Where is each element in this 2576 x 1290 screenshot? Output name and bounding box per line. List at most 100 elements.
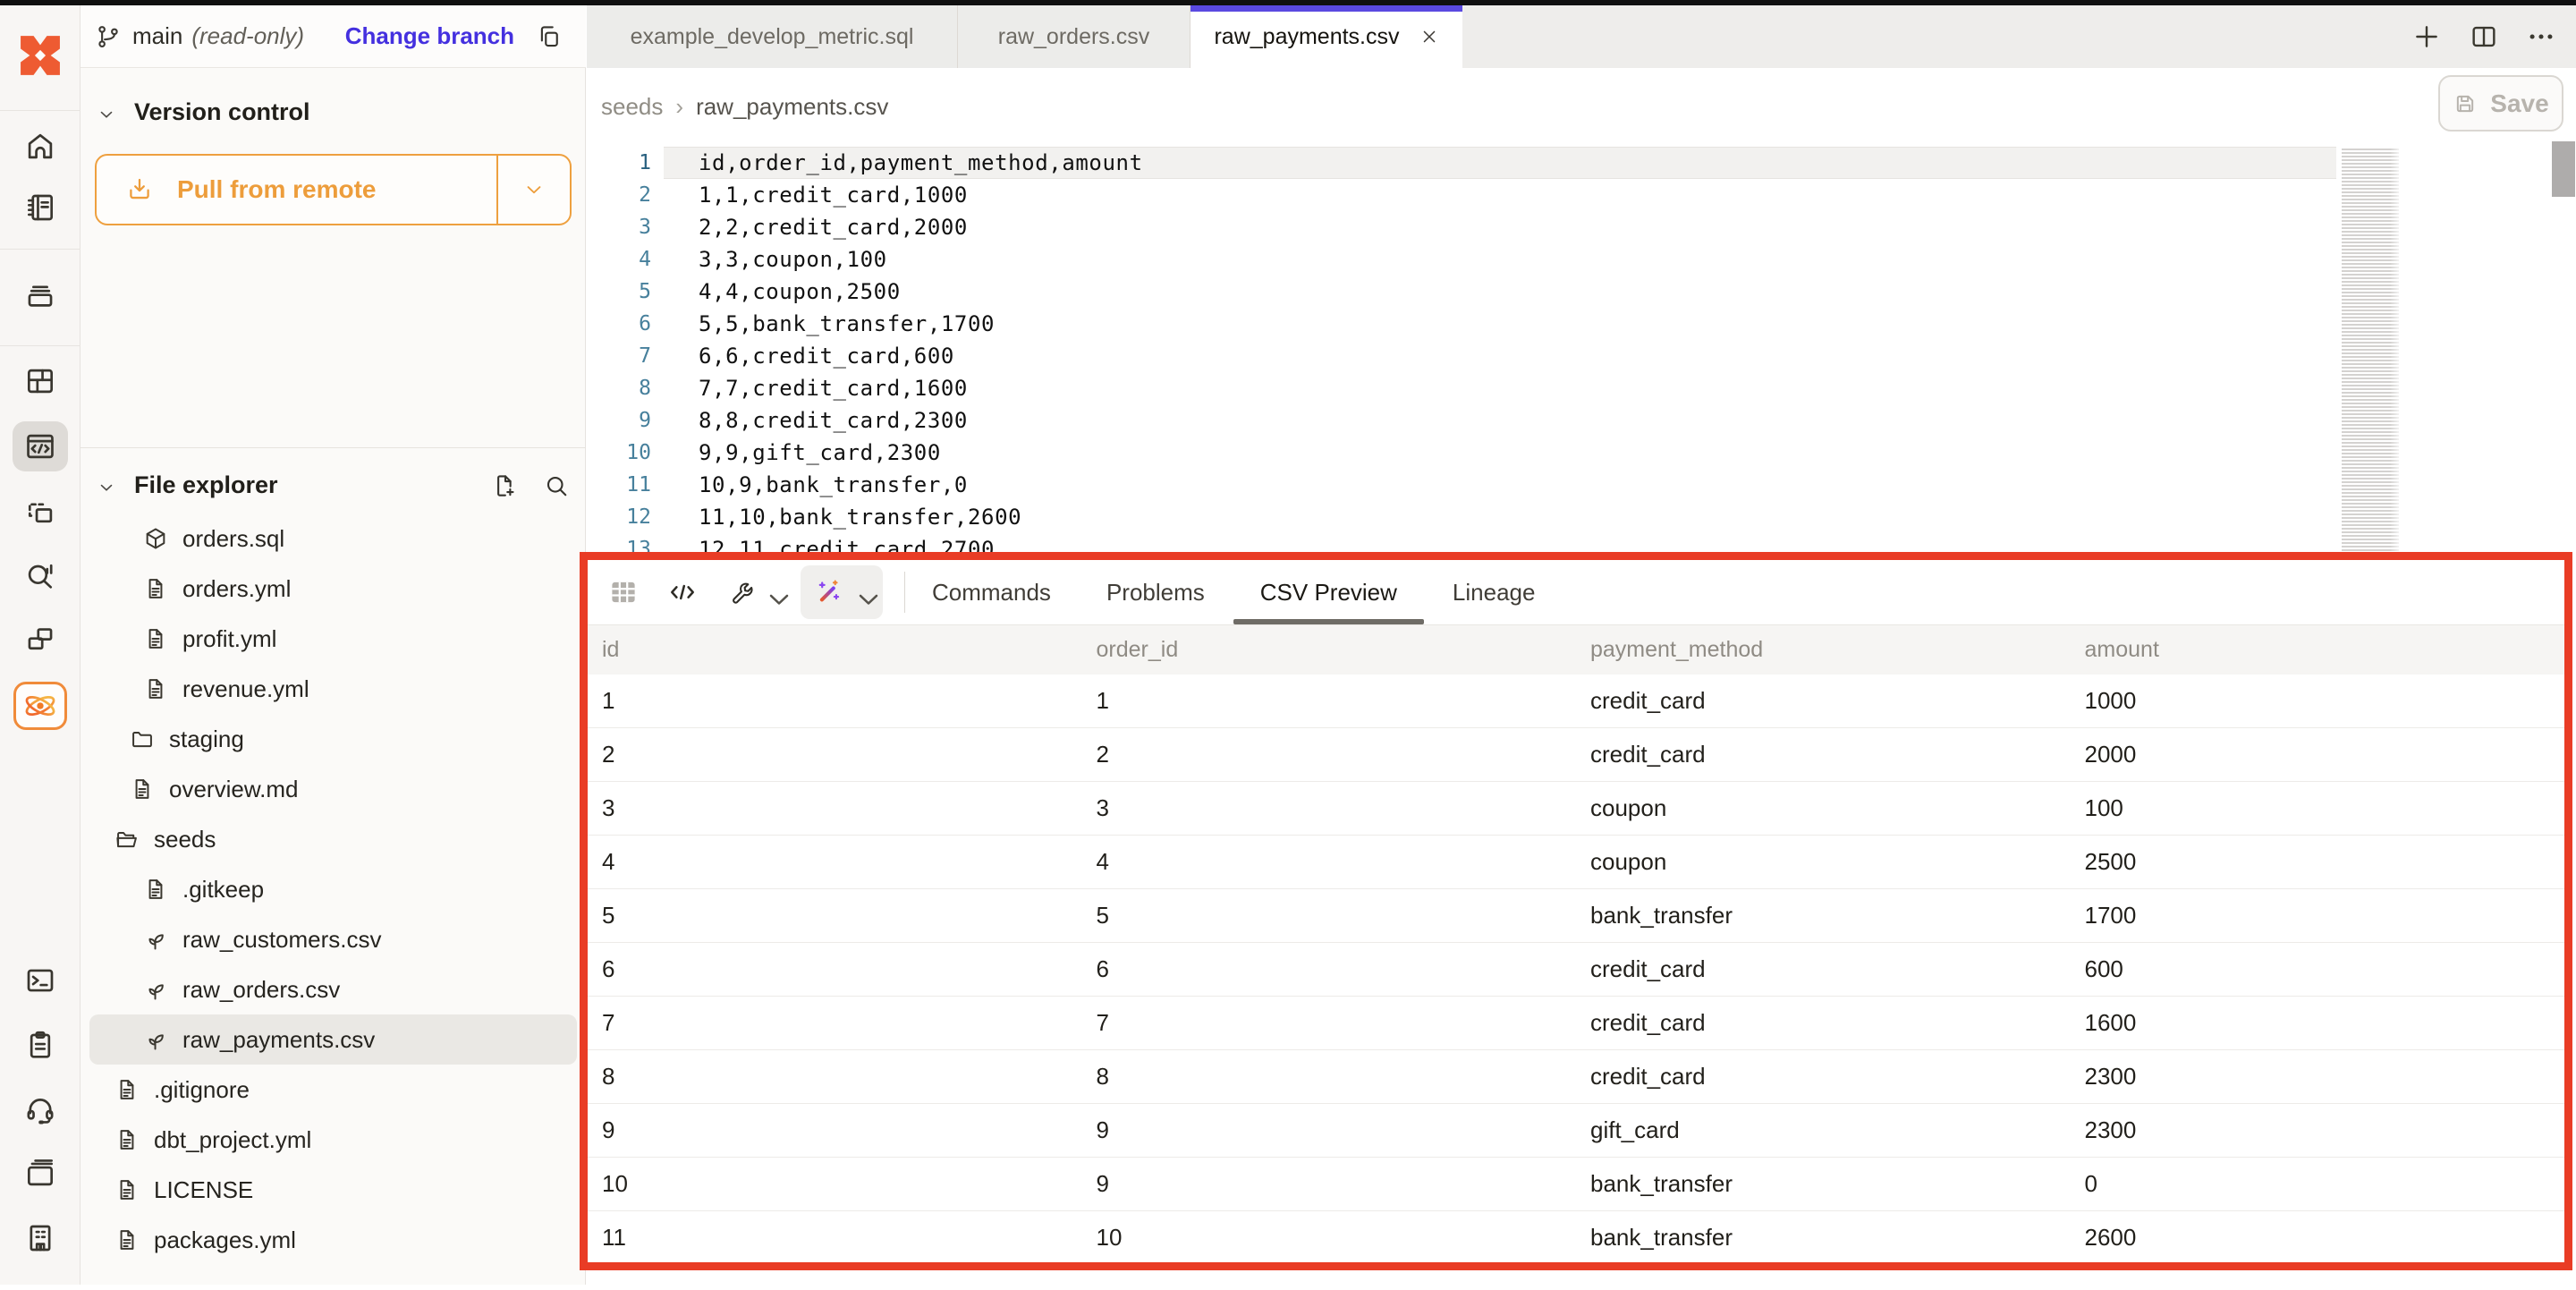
minimap[interactable] <box>2342 149 2399 553</box>
column-header-id[interactable]: id <box>588 637 1082 663</box>
notebook-icon[interactable] <box>13 182 68 233</box>
canvas-icon[interactable] <box>13 488 68 538</box>
save-button[interactable]: Save <box>2438 75 2563 132</box>
code-line-4[interactable]: 43,3,coupon,100 <box>587 243 2576 276</box>
table-row[interactable]: 11credit_card1000 <box>588 675 2564 728</box>
clipboard-icon[interactable] <box>13 1020 68 1070</box>
docs-icon[interactable] <box>13 1149 68 1199</box>
column-header-amount[interactable]: amount <box>2071 637 2565 663</box>
line-number: 1 <box>587 151 651 174</box>
breadcrumb-item[interactable]: seeds <box>601 93 663 121</box>
panel-tab-csv-preview[interactable]: CSV Preview <box>1260 560 1397 624</box>
file-item-orders-sql[interactable]: orders.sql <box>89 513 577 564</box>
code-line-12[interactable]: 1211,10,bank_transfer,2600 <box>587 501 2576 533</box>
code-line-11[interactable]: 1110,9,bank_transfer,0 <box>587 469 2576 501</box>
warehouse-icon[interactable] <box>13 270 68 320</box>
ai-assist-wand-icon[interactable] <box>801 565 883 619</box>
file-item--gitkeep[interactable]: .gitkeep <box>89 864 577 914</box>
code-line-10[interactable]: 109,9,gift_card,2300 <box>587 437 2576 469</box>
breadcrumb-separator: › <box>675 93 683 121</box>
file-item-label: raw_customers.csv <box>182 926 382 954</box>
insights-icon[interactable] <box>13 550 68 600</box>
window-top-edge <box>0 0 2576 5</box>
panel-tab-lineage[interactable]: Lineage <box>1453 560 1536 624</box>
code-line-2[interactable]: 21,1,credit_card,1000 <box>587 179 2576 211</box>
new-file-icon[interactable] <box>491 472 518 499</box>
table-cell: bank_transfer <box>1576 1224 2071 1252</box>
code-line-7[interactable]: 76,6,credit_card,600 <box>587 340 2576 372</box>
pull-options-dropdown[interactable] <box>496 156 570 224</box>
file-item-dbt-project-yml[interactable]: dbt_project.yml <box>89 1115 577 1165</box>
code-view-icon[interactable] <box>666 576 699 608</box>
table-cell: 7 <box>1082 1009 1577 1037</box>
pull-from-remote-button[interactable]: Pull from remote <box>95 154 572 225</box>
editor-scrollbar[interactable] <box>2552 147 2575 558</box>
file-item-packages-yml[interactable]: packages.yml <box>89 1215 577 1265</box>
code-line-6[interactable]: 65,5,bank_transfer,1700 <box>587 308 2576 340</box>
search-icon[interactable] <box>543 472 570 499</box>
table-row[interactable]: 55bank_transfer1700 <box>588 889 2564 943</box>
tab-raw-orders-csv[interactable]: raw_orders.csv <box>958 5 1191 68</box>
table-cell: bank_transfer <box>1576 1170 2071 1198</box>
chevron-down-icon <box>763 583 781 601</box>
file-item-staging[interactable]: staging <box>89 714 577 764</box>
file-item--gitignore[interactable]: .gitignore <box>89 1065 577 1115</box>
results-grid-icon[interactable] <box>607 576 640 608</box>
file-item-revenue-yml[interactable]: revenue.yml <box>89 664 577 714</box>
apps-icon[interactable] <box>13 614 68 664</box>
file-item-overview-md[interactable]: overview.md <box>89 764 577 814</box>
code-line-5[interactable]: 54,4,coupon,2500 <box>587 276 2576 308</box>
table-row[interactable]: 99gift_card2300 <box>588 1104 2564 1158</box>
terminal-icon[interactable] <box>13 955 68 1006</box>
split-view-icon[interactable] <box>2469 21 2499 52</box>
file-item-license[interactable]: LICENSE <box>89 1165 577 1215</box>
seed-icon <box>143 927 168 952</box>
code-line-8[interactable]: 87,7,credit_card,1600 <box>587 372 2576 404</box>
home-icon[interactable] <box>13 122 68 172</box>
change-branch-link[interactable]: Change branch <box>345 22 514 50</box>
file-item-profit-yml[interactable]: profit.yml <box>89 614 577 664</box>
ellipsis-icon[interactable] <box>2526 21 2556 52</box>
table-row[interactable]: 44coupon2500 <box>588 836 2564 889</box>
close-icon[interactable] <box>1419 27 1439 47</box>
table-row[interactable]: 22credit_card2000 <box>588 728 2564 782</box>
file-item-raw-orders-csv[interactable]: raw_orders.csv <box>89 964 577 1014</box>
version-control-header[interactable]: Version control <box>97 98 310 126</box>
table-row[interactable]: 109bank_transfer0 <box>588 1158 2564 1211</box>
panel-tab-problems[interactable]: Problems <box>1106 560 1205 624</box>
dashboard-icon[interactable] <box>13 356 68 406</box>
develop-icon[interactable] <box>13 421 68 471</box>
table-row[interactable]: 33coupon100 <box>588 782 2564 836</box>
atom-icon[interactable] <box>13 682 67 730</box>
tab-example-develop-metric-sql[interactable]: example_develop_metric.sql <box>587 5 958 68</box>
column-header-order_id[interactable]: order_id <box>1082 637 1577 663</box>
table-row[interactable]: 1110bank_transfer2600 <box>588 1211 2564 1265</box>
column-header-payment_method[interactable]: payment_method <box>1576 637 2071 663</box>
table-row[interactable]: 66credit_card600 <box>588 943 2564 997</box>
table-row[interactable]: 88credit_card2300 <box>588 1050 2564 1104</box>
table-row[interactable]: 77credit_card1600 <box>588 997 2564 1050</box>
dbt-logo-icon[interactable] <box>15 30 65 81</box>
tab-raw-payments-csv[interactable]: raw_payments.csv <box>1191 5 1462 68</box>
new-tab-plus-icon[interactable] <box>2411 21 2442 52</box>
table-cell: bank_transfer <box>1576 902 2071 929</box>
support-icon[interactable] <box>13 1084 68 1134</box>
code-line-3[interactable]: 32,2,credit_card,2000 <box>587 211 2576 243</box>
organization-icon[interactable] <box>13 1213 68 1263</box>
build-wrench-icon[interactable] <box>724 576 781 608</box>
panel-tab-commands[interactable]: Commands <box>932 560 1051 624</box>
file-item-raw-customers-csv[interactable]: raw_customers.csv <box>89 914 577 964</box>
breadcrumb-item[interactable]: raw_payments.csv <box>696 93 888 121</box>
doc-icon <box>114 1177 140 1202</box>
file-item-label: packages.yml <box>154 1226 296 1254</box>
copy-icon[interactable] <box>536 23 563 50</box>
file-item-seeds[interactable]: seeds <box>89 814 577 864</box>
pull-from-remote-main[interactable]: Pull from remote <box>97 156 496 224</box>
file-item-raw-payments-csv[interactable]: raw_payments.csv <box>89 1014 577 1065</box>
file-item-orders-yml[interactable]: orders.yml <box>89 564 577 614</box>
code-line-9[interactable]: 98,8,credit_card,2300 <box>587 404 2576 437</box>
editor-scrollbar-thumb[interactable] <box>2552 141 2575 197</box>
code-line-1[interactable]: 1id,order_id,payment_method,amount <box>587 147 2576 179</box>
bottom-panel-tabs: Commands Problems CSV Preview Lineage <box>932 560 1590 624</box>
file-explorer-header[interactable]: File explorer <box>97 471 570 499</box>
